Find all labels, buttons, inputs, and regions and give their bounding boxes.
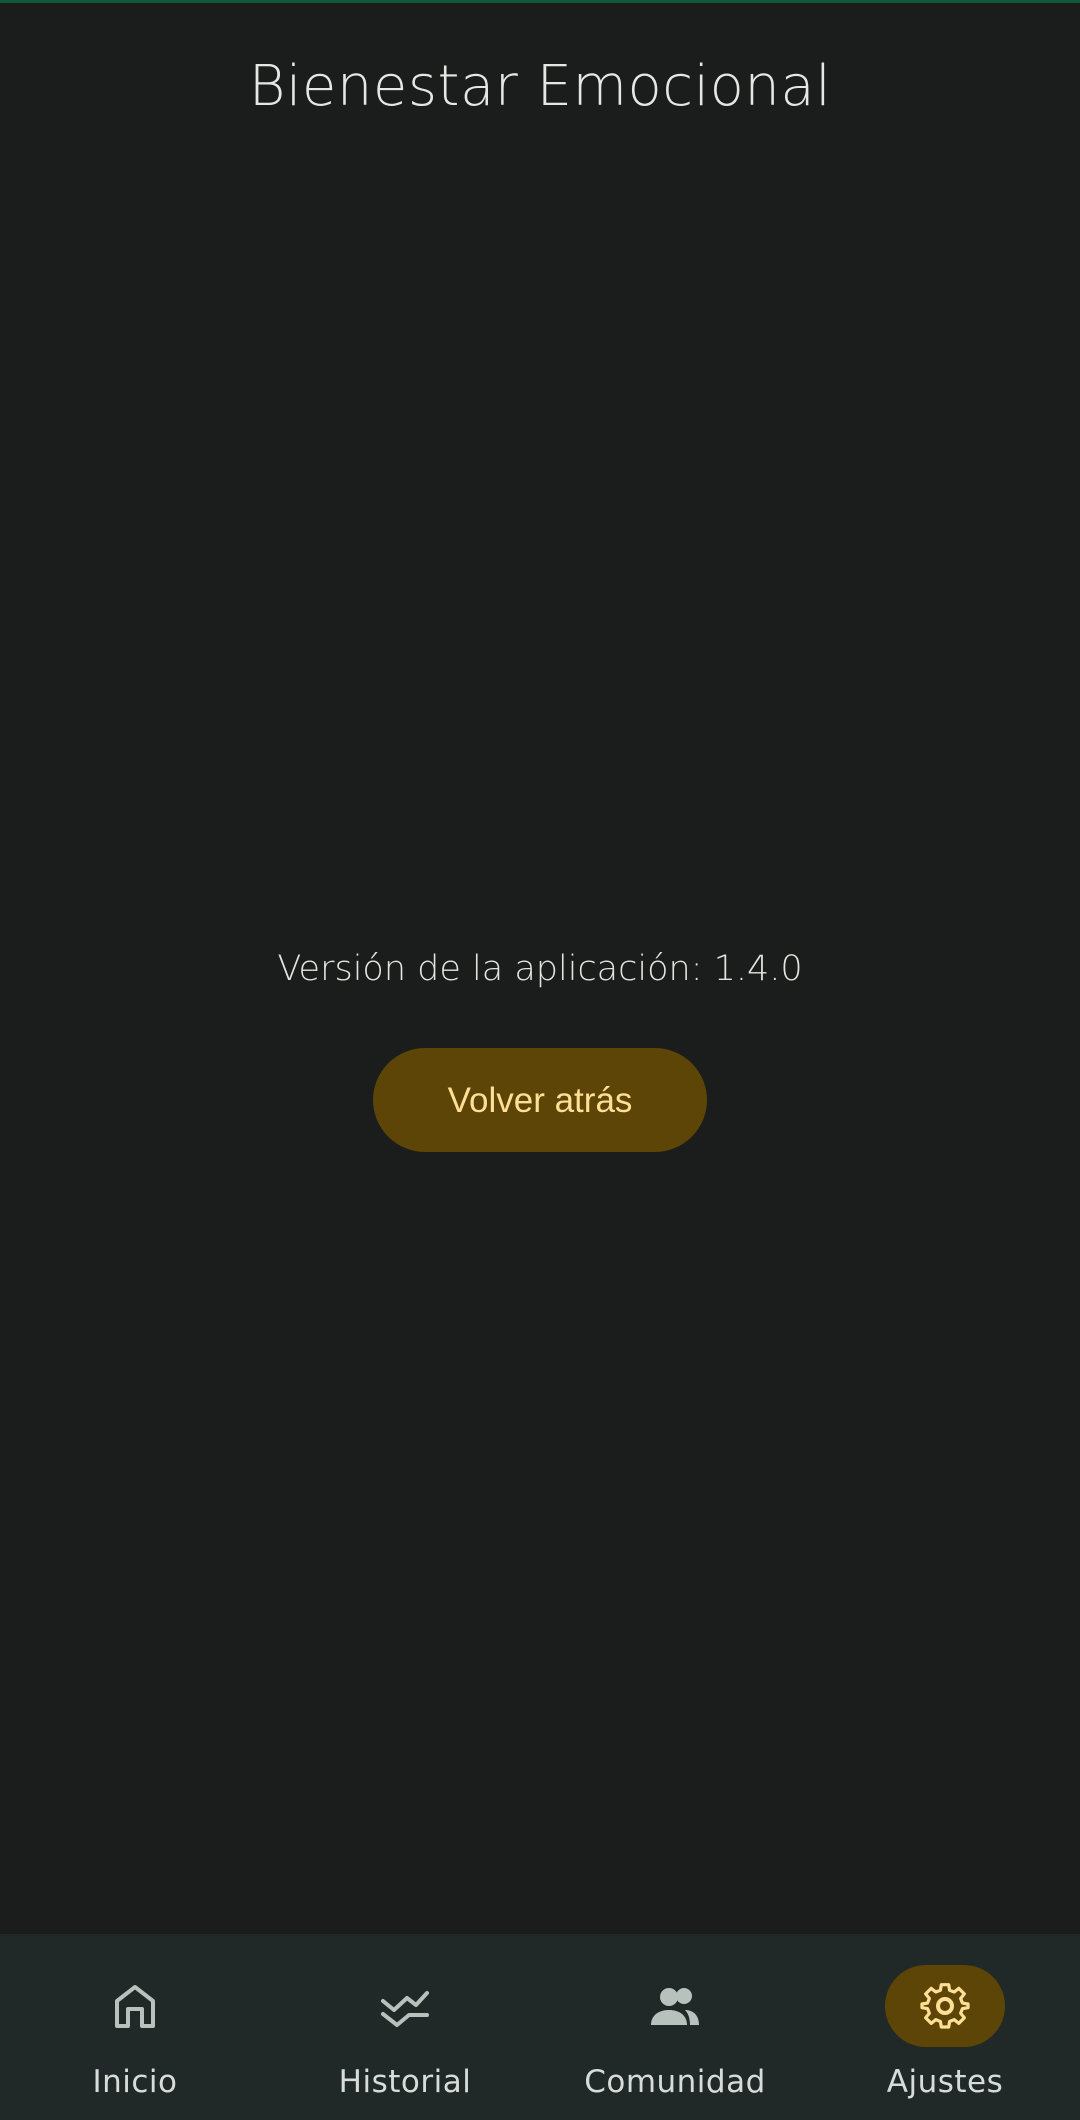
nav-label-inicio: Inicio bbox=[92, 2064, 178, 2100]
app-version-text: Versión de la aplicación: 1.4.0 bbox=[277, 949, 803, 989]
nav-item-inicio[interactable]: Inicio bbox=[0, 1934, 270, 2120]
home-icon bbox=[115, 1985, 155, 2028]
app-title: Bienestar Emocional bbox=[248, 54, 832, 119]
settings-about-screen: Bienestar Emocional Versión de la aplica… bbox=[0, 0, 1080, 2120]
nav-label-ajustes: Ajustes bbox=[886, 2064, 1004, 2100]
bottom-navigation-bar: Inicio Historial Comunidad Ajustes bbox=[0, 1934, 1080, 2120]
nav-item-comunidad[interactable]: Comunidad bbox=[540, 1934, 810, 2120]
nav-item-ajustes[interactable]: Ajustes bbox=[810, 1934, 1080, 2120]
back-button[interactable]: Volver atrás bbox=[373, 1048, 707, 1152]
top-accent-line bbox=[0, 0, 1080, 3]
nav-label-historial: Historial bbox=[338, 2064, 472, 2100]
gear-icon bbox=[920, 1983, 970, 2029]
nav-label-comunidad: Comunidad bbox=[584, 2064, 766, 2100]
nav-item-historial[interactable]: Historial bbox=[270, 1934, 540, 2120]
people-icon bbox=[651, 1988, 699, 2025]
history-icon bbox=[381, 1991, 429, 2027]
